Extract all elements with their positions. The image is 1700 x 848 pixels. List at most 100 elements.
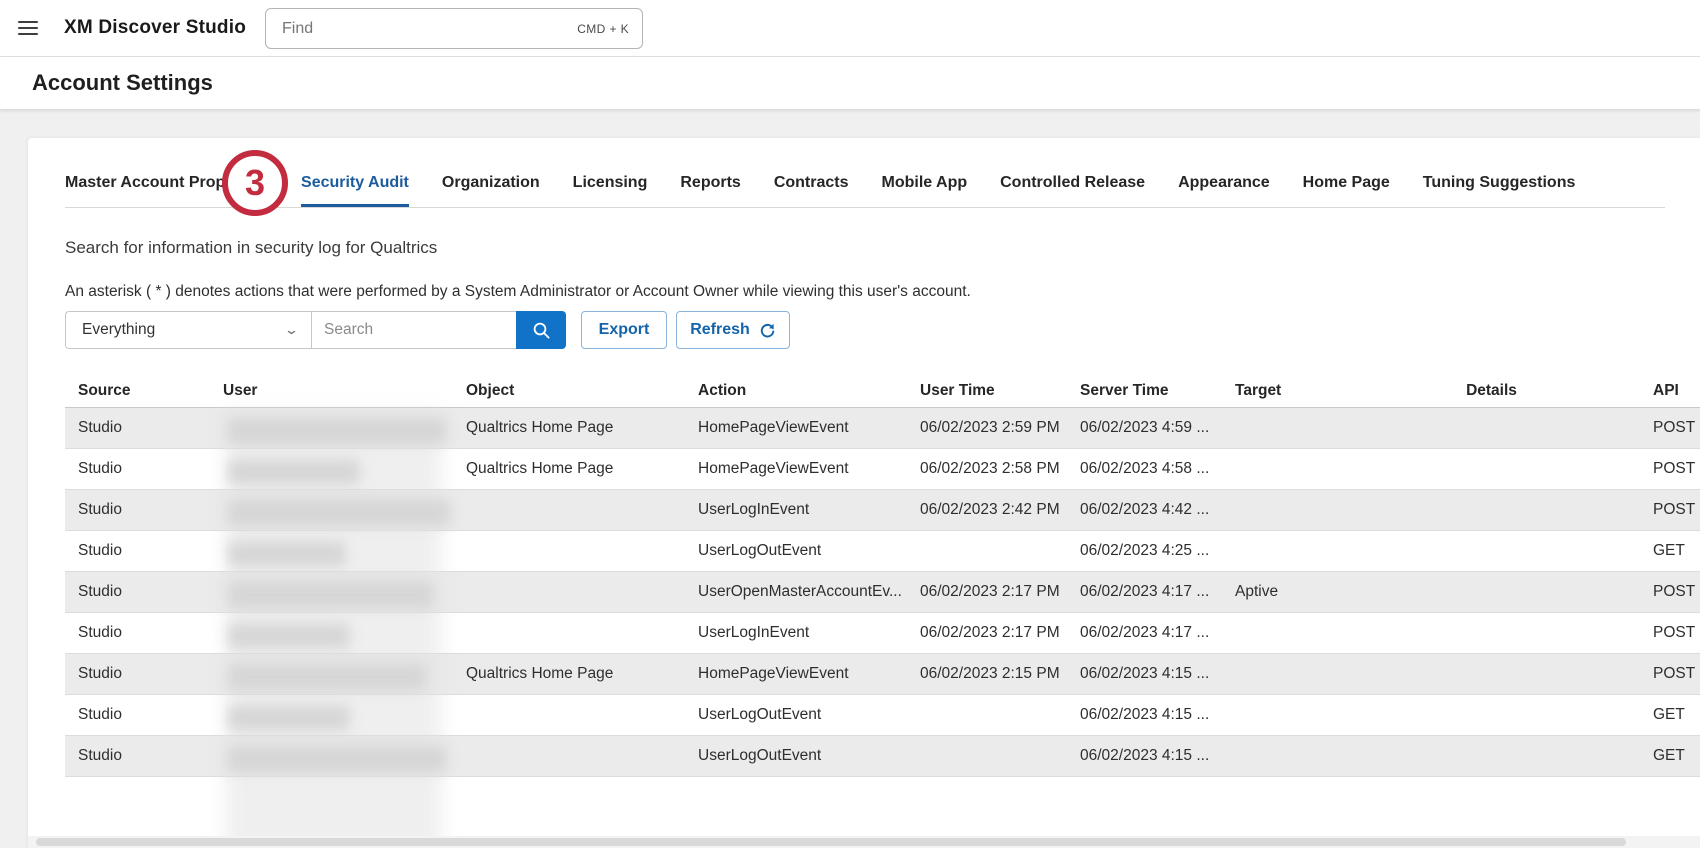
account-settings-card: Master Account PropertiesSecurity AuditO… (28, 138, 1700, 848)
page-header: Account Settings (0, 57, 1700, 110)
page-title: Account Settings (32, 70, 213, 96)
table-row[interactable]: Studio UserLogOutEvent 06/02/2023 4:25 ...… (65, 531, 1700, 572)
cell-user-time: 06/02/2023 2:17 PM (907, 624, 1067, 642)
cell-server-time: 06/02/2023 4:17 ... (1067, 583, 1222, 601)
table-row[interactable]: StudioUserOpenMasterAccountEv...06/02/20… (65, 572, 1700, 613)
column-header-server-time: Server Time (1067, 382, 1222, 400)
search-icon (532, 321, 551, 340)
search-button[interactable] (516, 311, 566, 349)
cell-source: Studio (65, 542, 210, 560)
cell-api: POST (1640, 460, 1700, 478)
cell-user-time: 06/02/2023 2:58 PM (907, 460, 1067, 478)
cell-source: Studio (65, 419, 210, 437)
cell-object: Qualtrics Home Page (453, 460, 685, 478)
refresh-icon (759, 322, 776, 339)
column-header-api: API (1640, 382, 1700, 400)
column-header-target: Target (1222, 382, 1344, 400)
tab-licensing[interactable]: Licensing (573, 160, 648, 207)
tab-tuning-suggestions[interactable]: Tuning Suggestions (1423, 160, 1576, 207)
cell-api: POST (1640, 501, 1700, 519)
top-bar: XM Discover Studio CMD + K (0, 0, 1700, 57)
cell-source: Studio (65, 706, 210, 724)
cell-object: Qualtrics Home Page (453, 419, 685, 437)
cell-server-time: 06/02/2023 4:17 ... (1067, 624, 1222, 642)
tab-home-page[interactable]: Home Page (1303, 160, 1390, 207)
cell-action: HomePageViewEvent (685, 419, 907, 437)
column-header-action: Action (685, 382, 907, 400)
column-header-details: Details (1344, 382, 1640, 400)
tab-reports[interactable]: Reports (680, 160, 740, 207)
cell-action: HomePageViewEvent (685, 665, 907, 683)
settings-tab-bar: Master Account PropertiesSecurity AuditO… (65, 160, 1665, 208)
cell-server-time: 06/02/2023 4:25 ... (1067, 542, 1222, 560)
cell-action: UserLogOutEvent (685, 747, 907, 765)
tab-contracts[interactable]: Contracts (774, 160, 849, 207)
tab-security-audit[interactable]: Security Audit (301, 160, 409, 207)
table-row[interactable]: StudioUserLogInEvent06/02/2023 2:42 PM06… (65, 490, 1700, 531)
annotation-badge-circle: 3 (222, 150, 288, 216)
table-row[interactable]: Studio UserLogOutEvent 06/02/2023 4:15 ...… (65, 695, 1700, 736)
security-audit-table: SourceUserObjectActionUser TimeServer Ti… (65, 375, 1700, 777)
cell-action: UserLogInEvent (685, 624, 907, 642)
column-header-user-time: User Time (907, 382, 1067, 400)
asterisk-note: An asterisk ( * ) denotes actions that w… (65, 283, 1700, 301)
cell-server-time: 06/02/2023 4:15 ... (1067, 706, 1222, 724)
chevron-down-icon: ⌄ (284, 322, 299, 338)
cell-server-time: 06/02/2023 4:58 ... (1067, 460, 1222, 478)
horizontal-scrollbar-thumb[interactable] (36, 838, 1626, 846)
cell-action: UserLogInEvent (685, 501, 907, 519)
cell-object: Qualtrics Home Page (453, 665, 685, 683)
tab-controlled-release[interactable]: Controlled Release (1000, 160, 1145, 207)
annotation-badge-number: 3 (245, 162, 265, 204)
refresh-button-label: Refresh (690, 321, 750, 339)
tab-organization[interactable]: Organization (442, 160, 540, 207)
cell-api: GET (1640, 542, 1700, 560)
table-header-row: SourceUserObjectActionUser TimeServer Ti… (65, 375, 1700, 408)
column-header-object: Object (453, 382, 685, 400)
security-log-heading: Search for information in security log f… (65, 238, 1700, 258)
cell-target: Aptive (1222, 583, 1344, 601)
cell-source: Studio (65, 501, 210, 519)
global-find: CMD + K (265, 8, 643, 49)
cell-action: UserOpenMasterAccountEv... (685, 583, 907, 601)
table-row[interactable]: Studio UserLogOutEvent 06/02/2023 4:15 ...… (65, 736, 1700, 777)
app-title: XM Discover Studio (64, 17, 246, 39)
cell-action: UserLogOutEvent (685, 542, 907, 560)
cell-source: Studio (65, 460, 210, 478)
cell-server-time: 06/02/2023 4:15 ... (1067, 747, 1222, 765)
refresh-button[interactable]: Refresh (676, 311, 790, 349)
cell-user-time: 06/02/2023 2:42 PM (907, 501, 1067, 519)
cell-user-time: 06/02/2023 2:17 PM (907, 583, 1067, 601)
cell-source: Studio (65, 624, 210, 642)
cell-api: GET (1640, 747, 1700, 765)
scope-dropdown[interactable]: Everything ⌄ (65, 311, 311, 349)
column-header-source: Source (65, 382, 210, 400)
find-shortcut-hint: CMD + K (577, 22, 629, 36)
scope-dropdown-value: Everything (82, 321, 155, 339)
cell-source: Studio (65, 665, 210, 683)
cell-action: HomePageViewEvent (685, 460, 907, 478)
export-button[interactable]: Export (581, 311, 667, 349)
cell-api: POST (1640, 583, 1700, 601)
table-row[interactable]: Studio UserLogInEvent06/02/2023 2:17 PM06… (65, 613, 1700, 654)
cell-api: POST (1640, 419, 1700, 437)
cell-user-time: 06/02/2023 2:15 PM (907, 665, 1067, 683)
cell-api: POST (1640, 624, 1700, 642)
tab-mobile-app[interactable]: Mobile App (882, 160, 968, 207)
hamburger-menu-icon[interactable] (18, 21, 38, 35)
table-row[interactable]: Studio Qualtrics Home PageHomePageViewEve… (65, 408, 1700, 449)
cell-api: POST (1640, 665, 1700, 683)
cell-action: UserLogOutEvent (685, 706, 907, 724)
cell-server-time: 06/02/2023 4:59 ... (1067, 419, 1222, 437)
cell-user-time: 06/02/2023 2:59 PM (907, 419, 1067, 437)
tab-appearance[interactable]: Appearance (1178, 160, 1270, 207)
filter-row: Everything ⌄ Export Refresh (65, 311, 790, 349)
table-row[interactable]: Studio Qualtrics Home PageHomePageViewEve… (65, 449, 1700, 490)
search-input[interactable] (311, 311, 516, 349)
horizontal-scrollbar[interactable] (28, 836, 1700, 848)
cell-server-time: 06/02/2023 4:15 ... (1067, 665, 1222, 683)
cell-source: Studio (65, 583, 210, 601)
cell-source: Studio (65, 747, 210, 765)
export-button-label: Export (599, 321, 650, 339)
table-row[interactable]: Studio Qualtrics Home PageHomePageViewEve… (65, 654, 1700, 695)
